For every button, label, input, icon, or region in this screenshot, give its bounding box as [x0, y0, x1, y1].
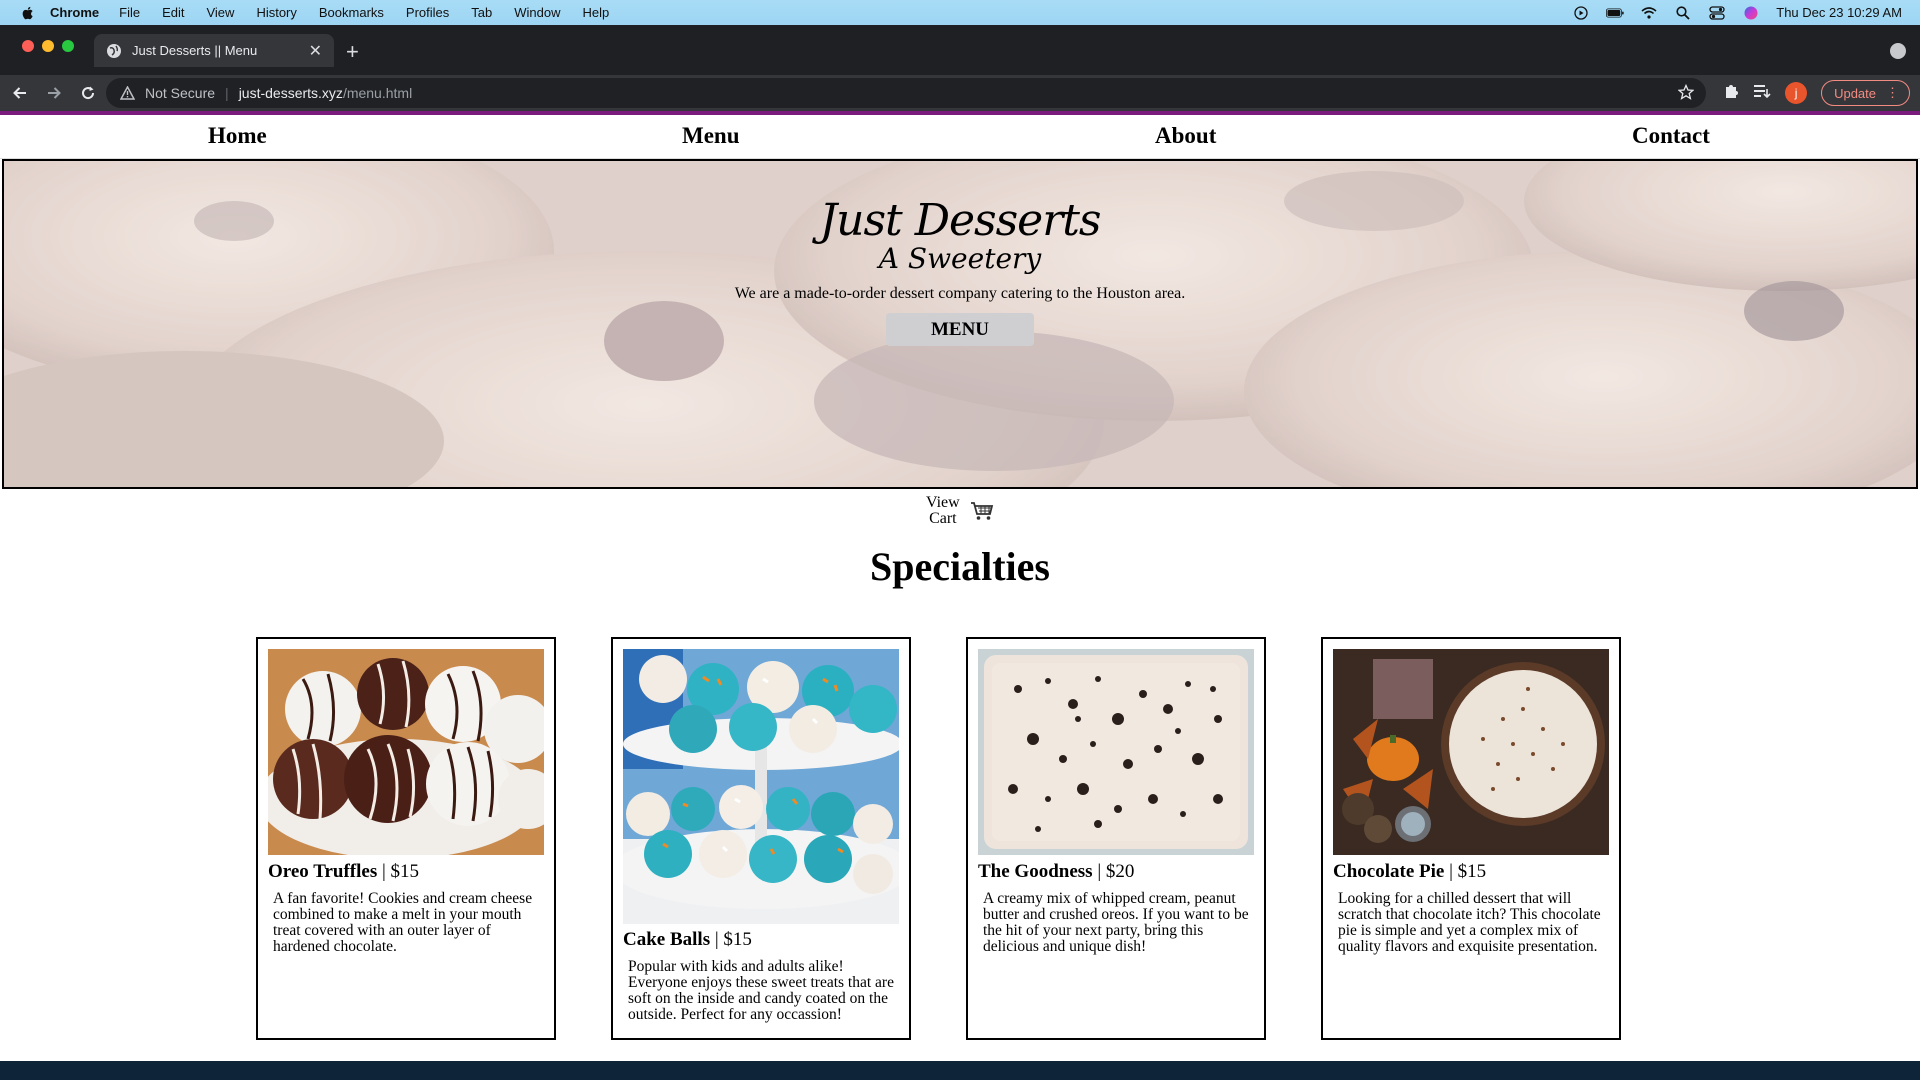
- warning-icon[interactable]: [120, 86, 135, 100]
- wifi-icon[interactable]: [1640, 6, 1658, 20]
- site-subtitle: A Sweetery: [878, 242, 1042, 275]
- app-name-menu[interactable]: Chrome: [50, 5, 99, 20]
- menu-file[interactable]: File: [119, 5, 140, 20]
- nav-contact-link[interactable]: Contact: [1632, 123, 1710, 149]
- chocolate-pie-image[interactable]: [1333, 649, 1609, 855]
- menu-edit[interactable]: Edit: [162, 5, 184, 20]
- hero-description: We are a made-to-order dessert company c…: [734, 285, 1186, 302]
- site-nav: Home Menu About Contact: [0, 115, 1920, 159]
- product-card[interactable]: Oreo Truffles | $15 A fan favorite! Cook…: [256, 637, 556, 1040]
- clock-text[interactable]: Thu Dec 23 10:29 AM: [1776, 5, 1902, 20]
- product-title: Chocolate Pie: [1333, 861, 1445, 882]
- product-price: | $15: [710, 929, 752, 950]
- profile-avatar[interactable]: j: [1785, 82, 1808, 104]
- address-separator: |: [225, 85, 229, 101]
- play-icon[interactable]: [1572, 5, 1590, 20]
- product-price: | $15: [377, 861, 420, 882]
- menu-tab[interactable]: Tab: [471, 5, 492, 20]
- siri-icon[interactable]: [1742, 6, 1760, 20]
- product-card[interactable]: Chocolate Pie | $15 Looking for a chille…: [1321, 637, 1621, 1040]
- control-center-icon[interactable]: [1708, 5, 1726, 20]
- update-button-label: Update: [1834, 85, 1876, 101]
- reload-icon[interactable]: [74, 79, 102, 107]
- update-button[interactable]: Update ⋮: [1821, 80, 1910, 106]
- product-card[interactable]: The Goodness | $20 A creamy mix of whipp…: [966, 637, 1266, 1040]
- product-description: Looking for a chilled dessert that will …: [1338, 890, 1601, 955]
- tab-title: Just Desserts || Menu: [132, 43, 258, 58]
- product-title: Oreo Truffles: [268, 861, 378, 882]
- product-card[interactable]: Cake Balls | $15 Popular with kids and a…: [611, 637, 911, 1040]
- minimize-window-button[interactable]: [42, 40, 54, 52]
- back-icon[interactable]: [6, 79, 34, 107]
- shopping-cart-icon[interactable]: [970, 501, 994, 521]
- close-window-button[interactable]: [22, 40, 34, 52]
- view-cart-link[interactable]: View Cart: [926, 495, 994, 527]
- hero-banner: Just Desserts A Sweetery We are a made-t…: [2, 159, 1918, 489]
- site-title: Just Desserts: [819, 195, 1101, 246]
- tab-search-icon[interactable]: [1890, 43, 1906, 59]
- url-host: just-desserts.xyz: [238, 85, 343, 101]
- menu-bookmarks[interactable]: Bookmarks: [319, 5, 384, 20]
- page-viewport: Home Menu About Contact Just Desserts A …: [0, 111, 1920, 1061]
- hero-menu-button[interactable]: MENU: [886, 313, 1034, 346]
- bookmark-star-icon[interactable]: [1678, 84, 1694, 100]
- menu-window[interactable]: Window: [514, 5, 560, 20]
- product-price: | $15: [1444, 861, 1487, 882]
- view-cart-label: View Cart: [926, 495, 960, 527]
- nav-about-link[interactable]: About: [1155, 123, 1216, 149]
- cake-balls-image[interactable]: [623, 649, 899, 924]
- menu-view[interactable]: View: [206, 5, 234, 20]
- product-title: The Goodness: [978, 861, 1093, 882]
- nav-menu-link[interactable]: Menu: [682, 123, 740, 149]
- product-price: | $20: [1092, 861, 1135, 882]
- security-status[interactable]: Not Secure: [145, 85, 215, 101]
- zoom-window-button[interactable]: [62, 40, 74, 52]
- url-path: /menu.html: [342, 85, 413, 101]
- section-title: Specialties: [870, 544, 1050, 589]
- kebab-menu-icon[interactable]: ⋮: [1886, 85, 1899, 101]
- product-description: A creamy mix of whipped cream, peanut bu…: [983, 890, 1249, 955]
- battery-icon[interactable]: [1606, 6, 1624, 20]
- new-tab-icon[interactable]: +: [346, 39, 359, 65]
- view-cart-line1: View: [926, 494, 960, 511]
- menu-profiles[interactable]: Profiles: [406, 5, 449, 20]
- apple-icon[interactable]: [20, 5, 36, 21]
- product-name: Cake Balls | $15: [623, 929, 752, 951]
- browser-toolbar: Not Secure | just-desserts.xyz /menu.htm…: [0, 75, 1920, 111]
- browser-tab-active[interactable]: Just Desserts || Menu ✕: [94, 34, 334, 67]
- browser-tabstrip: Just Desserts || Menu ✕ +: [0, 25, 1920, 75]
- address-bar[interactable]: Not Secure | just-desserts.xyz /menu.htm…: [106, 78, 1706, 108]
- the-goodness-image[interactable]: [978, 649, 1254, 855]
- product-name: The Goodness | $20: [978, 861, 1134, 883]
- hero-content: Just Desserts A Sweetery We are a made-t…: [4, 161, 1916, 346]
- menu-history[interactable]: History: [256, 5, 296, 20]
- extensions-puzzle-icon[interactable]: [1723, 83, 1739, 104]
- reading-list-icon[interactable]: [1753, 83, 1771, 104]
- os-menubar: Chrome File Edit View History Bookmarks …: [0, 0, 1920, 25]
- menu-help[interactable]: Help: [583, 5, 610, 20]
- product-title: Cake Balls: [623, 929, 711, 950]
- view-cart-line2: Cart: [929, 510, 957, 527]
- globe-icon: [107, 43, 121, 58]
- tab-close-icon[interactable]: ✕: [309, 41, 322, 61]
- product-name: Chocolate Pie | $15: [1333, 861, 1486, 883]
- nav-home-link[interactable]: Home: [208, 123, 267, 149]
- forward-icon[interactable]: [40, 79, 68, 107]
- product-description: A fan favorite! Cookies and cream cheese…: [273, 890, 533, 955]
- product-description: Popular with kids and adults alike! Ever…: [628, 958, 894, 1023]
- product-name: Oreo Truffles | $15: [268, 861, 419, 883]
- oreo-truffles-image[interactable]: [268, 649, 544, 855]
- spotlight-search-icon[interactable]: [1674, 5, 1692, 20]
- window-controls: [22, 40, 74, 52]
